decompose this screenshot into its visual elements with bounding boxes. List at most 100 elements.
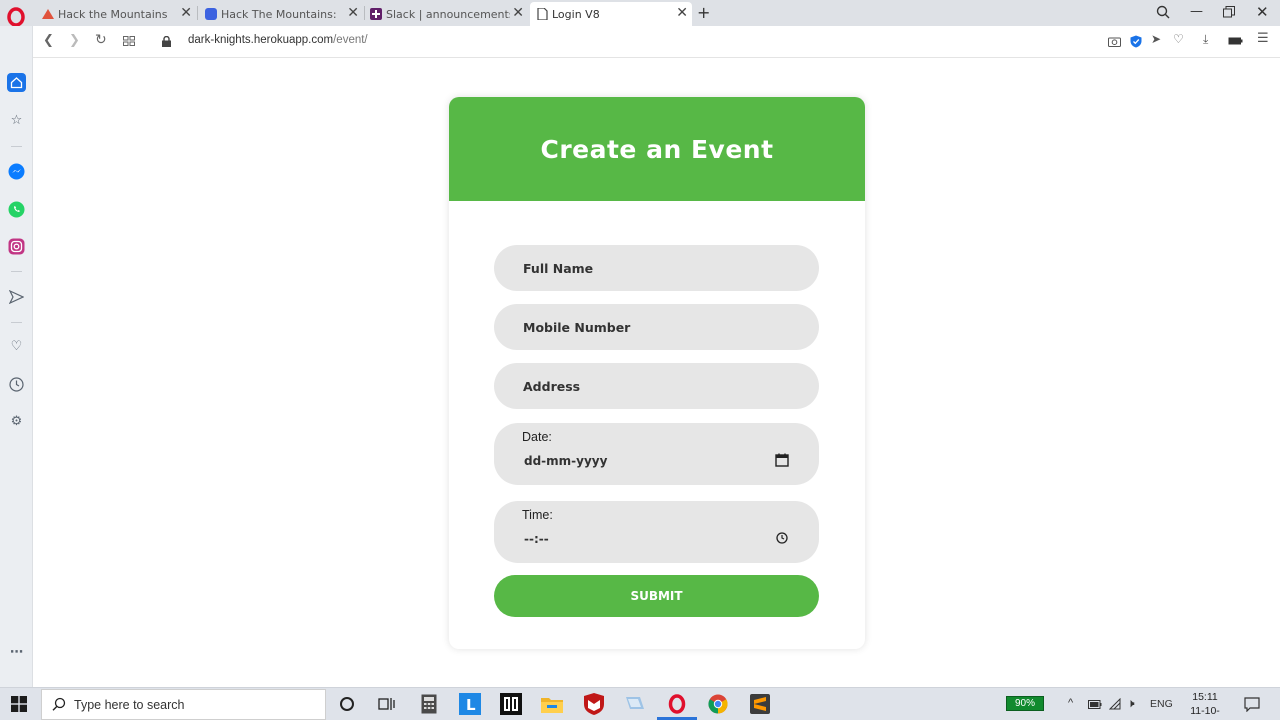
download-icon[interactable]: ⤓ bbox=[1203, 32, 1208, 47]
full-name-placeholder: Full Name bbox=[523, 260, 594, 276]
close-icon[interactable]: ✕ bbox=[676, 6, 688, 20]
close-window-icon[interactable]: ✕ bbox=[1256, 3, 1269, 21]
slack-favicon-icon bbox=[370, 8, 382, 20]
tab-title: Slack | announcements | Ha bbox=[386, 7, 510, 21]
more-icon[interactable]: ⋯ bbox=[7, 643, 26, 662]
vpn-shield-icon[interactable] bbox=[1130, 35, 1142, 48]
date-label: Date: bbox=[522, 430, 552, 444]
clock-time: 15:11 bbox=[1192, 691, 1218, 703]
close-icon[interactable]: ✕ bbox=[512, 6, 524, 20]
whatsapp-icon[interactable] bbox=[7, 200, 26, 219]
show-hidden-icons-icon[interactable]: ^ bbox=[1068, 697, 1073, 709]
lingo-app-icon[interactable]: L bbox=[459, 693, 481, 715]
svg-text:L: L bbox=[466, 696, 476, 714]
url-field[interactable]: dark-knights.herokuapp.com/event/ bbox=[188, 34, 368, 46]
battery-icon[interactable] bbox=[1088, 700, 1102, 709]
page-content: Create an Event Full Name Mobile Number … bbox=[34, 59, 1280, 687]
cortana-icon[interactable] bbox=[336, 693, 358, 715]
wifi-icon[interactable] bbox=[1109, 698, 1122, 710]
opera-logo-icon[interactable] bbox=[5, 6, 27, 28]
clock-date: 11-10-2020 bbox=[1190, 705, 1220, 720]
calculator-icon[interactable] bbox=[418, 693, 440, 715]
event-form-card: Create an Event Full Name Mobile Number … bbox=[449, 97, 865, 649]
volume-icon[interactable]: 🕨 bbox=[1127, 696, 1135, 711]
form-title: Create an Event bbox=[540, 134, 774, 164]
time-field[interactable]: Time: --:-- bbox=[494, 501, 819, 563]
sidebar: ☆ ♡ ⚙ ⋯ bbox=[0, 26, 33, 687]
snapshot-icon[interactable] bbox=[1108, 36, 1121, 47]
sublime-text-icon[interactable] bbox=[749, 693, 771, 715]
opera-taskbar-icon[interactable] bbox=[666, 693, 688, 715]
send-icon[interactable]: ➤ bbox=[1151, 32, 1161, 46]
address-placeholder: Address bbox=[523, 378, 581, 394]
roblox-studio-icon[interactable] bbox=[500, 693, 522, 715]
minimize-icon[interactable]: — bbox=[1190, 4, 1203, 19]
address-input[interactable]: Address bbox=[494, 363, 819, 409]
task-view-icon[interactable] bbox=[376, 693, 398, 715]
page-favicon-icon bbox=[537, 8, 548, 20]
date-field[interactable]: Date: dd-mm-yyyy bbox=[494, 423, 819, 485]
tab-login-v8[interactable]: Login V8 ✕ bbox=[530, 2, 692, 26]
notification-center-icon[interactable] bbox=[1244, 697, 1260, 712]
date-input[interactable]: dd-mm-yyyy bbox=[524, 454, 607, 468]
language-indicator[interactable]: ENG bbox=[1150, 698, 1173, 710]
clock-icon[interactable] bbox=[776, 532, 788, 544]
mcafee-icon[interactable] bbox=[583, 693, 605, 715]
url-path: /event/ bbox=[333, 34, 368, 46]
mountain-favicon-icon bbox=[42, 9, 54, 19]
address-bar: ❮ ❯ ↻ dark-knights.herokuapp.com/event/ … bbox=[33, 26, 1280, 58]
battery-percentage-badge[interactable]: 90% bbox=[1006, 696, 1044, 711]
reload-icon[interactable]: ↻ bbox=[95, 32, 107, 48]
tab-hack-the-mountains[interactable]: Hack the Mountains ✕ bbox=[36, 2, 196, 26]
full-name-input[interactable]: Full Name bbox=[494, 245, 819, 291]
dashboard-favicon-icon bbox=[205, 8, 217, 20]
new-tab-icon[interactable]: + bbox=[697, 3, 710, 22]
tab-dashboard[interactable]: Hack The Mountains: Dash ✕ bbox=[199, 2, 363, 26]
tab-divider bbox=[197, 6, 198, 20]
tab-title: Hack The Mountains: Dash bbox=[221, 7, 341, 21]
star-icon[interactable]: ☆ bbox=[7, 111, 26, 130]
sidebar-divider bbox=[11, 146, 22, 147]
time-label: Time: bbox=[522, 508, 553, 522]
mobile-number-input[interactable]: Mobile Number bbox=[494, 304, 819, 350]
windows-start-icon[interactable] bbox=[11, 696, 27, 712]
messenger-icon[interactable] bbox=[7, 162, 26, 181]
time-input[interactable]: --:-- bbox=[524, 532, 549, 546]
file-explorer-icon[interactable] bbox=[541, 693, 563, 715]
taskbar-search-box[interactable]: Type here to search bbox=[41, 689, 326, 720]
tab-title: Hack the Mountains bbox=[58, 7, 168, 21]
chrome-icon[interactable] bbox=[707, 693, 729, 715]
lock-icon[interactable] bbox=[162, 36, 171, 47]
close-icon[interactable]: ✕ bbox=[180, 6, 192, 20]
mobile-number-placeholder: Mobile Number bbox=[523, 319, 631, 335]
forward-icon[interactable]: ❯ bbox=[69, 33, 80, 48]
tab-strip: Hack the Mountains ✕ Hack The Mountains:… bbox=[0, 0, 1280, 28]
battery-saver-icon[interactable] bbox=[1228, 37, 1243, 45]
system-clock[interactable]: 15:11 11-10-2020 bbox=[1180, 690, 1230, 720]
paint-app-icon[interactable] bbox=[624, 693, 646, 715]
tabs-grid-icon[interactable] bbox=[123, 36, 135, 46]
speed-dial-icon[interactable] bbox=[7, 73, 26, 92]
history-icon[interactable] bbox=[7, 375, 26, 394]
back-icon[interactable]: ❮ bbox=[43, 33, 54, 48]
url-domain: dark-knights.herokuapp.com bbox=[188, 34, 334, 46]
close-icon[interactable]: ✕ bbox=[347, 6, 359, 20]
submit-button[interactable]: SUBMIT bbox=[494, 575, 819, 617]
windows-taskbar: Type here to search L 90% ^ 🕨 ENG 15:11 … bbox=[0, 687, 1280, 720]
settings-gear-icon[interactable]: ⚙ bbox=[7, 412, 26, 431]
tab-title: Login V8 bbox=[552, 7, 600, 21]
heart-icon[interactable]: ♡ bbox=[1173, 32, 1184, 46]
my-flow-icon[interactable] bbox=[7, 287, 26, 306]
heart-icon[interactable]: ♡ bbox=[7, 337, 26, 356]
sidebar-divider bbox=[11, 271, 22, 272]
tab-slack[interactable]: Slack | announcements | Ha ✕ bbox=[364, 2, 528, 26]
card-header: Create an Event bbox=[449, 97, 865, 201]
instagram-icon[interactable] bbox=[7, 237, 26, 256]
calendar-icon[interactable] bbox=[775, 453, 789, 467]
easy-setup-icon[interactable]: ☰ bbox=[1257, 31, 1269, 46]
sidebar-divider bbox=[11, 322, 22, 323]
search-placeholder: Type here to search bbox=[74, 698, 185, 712]
restore-icon[interactable] bbox=[1223, 6, 1235, 18]
search-icon bbox=[52, 697, 66, 711]
search-tabs-icon[interactable] bbox=[1156, 5, 1170, 19]
